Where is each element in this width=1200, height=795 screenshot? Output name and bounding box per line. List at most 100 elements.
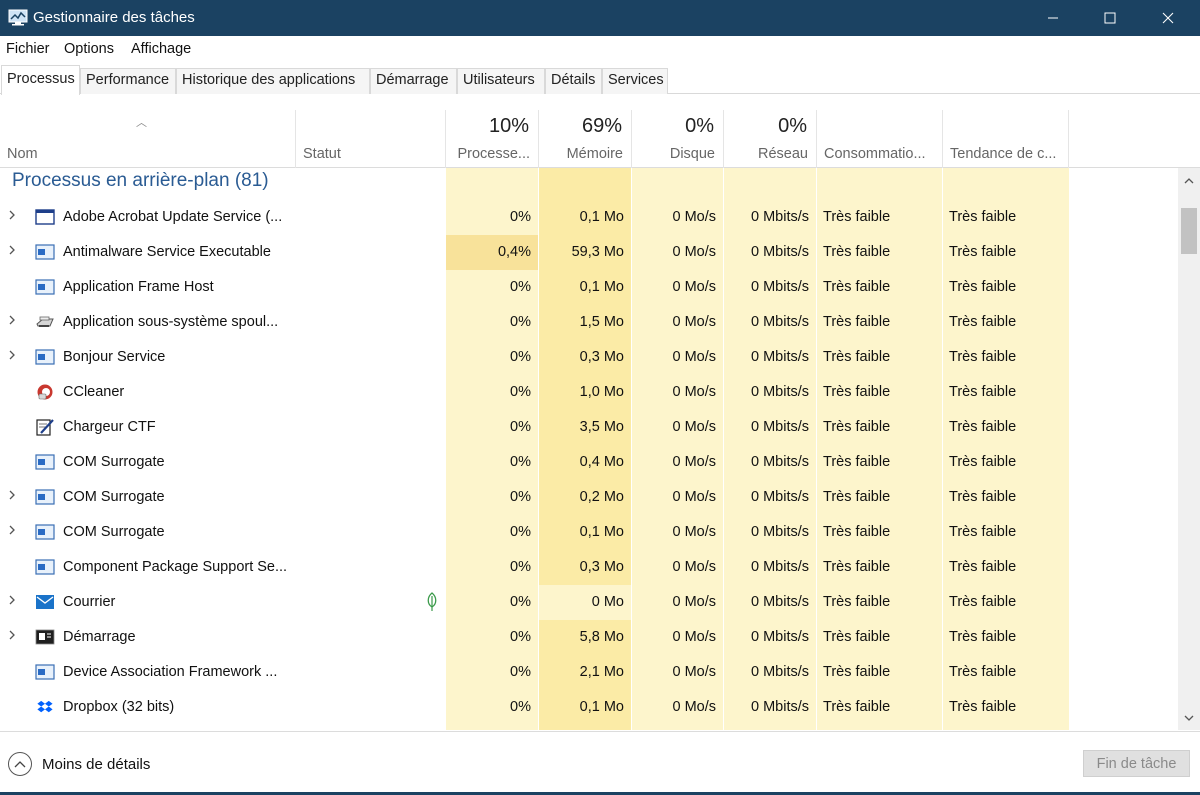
cpu-total: 10% <box>488 115 529 137</box>
table-row[interactable]: Application sous-système spoul... 0% 1,5 M… <box>0 305 1178 340</box>
cell-cpu: 0% <box>510 524 531 540</box>
process-list: Processus en arrière-plan (81) Adobe Acr… <box>0 168 1178 730</box>
menu-fichier[interactable]: Fichier <box>6 41 50 57</box>
tab-services[interactable]: Services <box>602 68 668 94</box>
chevron-down-icon <box>1184 715 1194 721</box>
header-name[interactable]: ︿ Nom <box>0 110 296 168</box>
cell-mem: 2,1 Mo <box>579 664 624 680</box>
header-disk[interactable]: 0% Disque <box>632 110 724 168</box>
title-bar: Gestionnaire des tâches <box>0 0 1200 36</box>
cell-disk: 0 Mo/s <box>672 209 716 225</box>
table-row[interactable]: COM Surrogate 0% 0,4 Mo 0 Mo/s 0 Mbits/s Très… <box>0 445 1178 480</box>
tab-demarrage[interactable]: Démarrage <box>370 68 457 94</box>
cell-mem: 1,5 Mo <box>579 314 624 330</box>
group-header[interactable]: Processus en arrière-plan (81) <box>12 170 269 192</box>
menu-affichage[interactable]: Affichage <box>131 41 191 57</box>
header-power[interactable]: Consommatio... <box>817 110 943 168</box>
process-name: COM Surrogate <box>63 524 165 540</box>
cell-disk: 0 Mo/s <box>672 489 716 505</box>
cell-disk: 0 Mo/s <box>672 664 716 680</box>
cell-power: Très faible <box>823 559 891 575</box>
printer-icon <box>35 313 55 331</box>
cell-net: 0 Mbits/s <box>750 629 809 645</box>
table-row[interactable]: Chargeur CTF 0% 3,5 Mo 0 Mo/s 0 Mbits/s Très … <box>0 410 1178 445</box>
tab-historique[interactable]: Historique des applications <box>176 68 370 94</box>
maximize-button[interactable] <box>1087 0 1133 36</box>
chevron-right-icon[interactable] <box>8 594 20 610</box>
table-row[interactable]: Antimalware Service Executable 0,4% 59,3 M… <box>0 235 1178 270</box>
footer: Moins de détails Fin de tâche <box>0 731 1200 795</box>
table-row[interactable]: Courrier 0% 0 Mo 0 Mo/s 0 Mbits/s Très faible… <box>0 585 1178 620</box>
cell-mem: 0,1 Mo <box>579 524 624 540</box>
less-details-label[interactable]: Moins de détails <box>42 756 150 773</box>
chevron-right-icon[interactable] <box>8 244 20 260</box>
cell-net: 0 Mbits/s <box>750 699 809 715</box>
cell-cpu: 0% <box>510 559 531 575</box>
app-window-icon <box>35 348 55 366</box>
table-row[interactable]: Démarrage 0% 5,8 Mo 0 Mo/s 0 Mbits/s Très fai… <box>0 620 1178 655</box>
cell-disk: 0 Mo/s <box>672 314 716 330</box>
table-row[interactable]: Component Package Support Se... 0% 0,3 Mo 0… <box>0 550 1178 585</box>
chevron-up-icon <box>14 761 26 768</box>
table-row[interactable]: COM Surrogate 0% 0,1 Mo 0 Mo/s 0 Mbits/s Très… <box>0 515 1178 550</box>
cell-trend: Très faible <box>949 384 1017 400</box>
table-row[interactable]: Application Frame Host 0% 0,1 Mo 0 Mo/s 0 Mb… <box>0 270 1178 305</box>
vertical-scrollbar[interactable] <box>1178 168 1200 730</box>
table-row[interactable]: Adobe Acrobat Update Service (... 0% 0,1 M… <box>0 200 1178 235</box>
cell-mem: 0,3 Mo <box>579 349 624 365</box>
cell-mem: 0,2 Mo <box>579 489 624 505</box>
tab-processus[interactable]: Processus <box>1 65 80 95</box>
chevron-up-icon <box>1184 177 1194 183</box>
chevron-right-icon[interactable] <box>8 524 20 540</box>
less-details-button[interactable] <box>8 752 32 776</box>
process-name: Application Frame Host <box>63 279 214 295</box>
cell-trend: Très faible <box>949 209 1017 225</box>
header-power-trend-label: Tendance de c... <box>950 146 1057 162</box>
header-memory[interactable]: 69% Mémoire <box>539 110 632 168</box>
table-row[interactable]: Dropbox (32 bits) 0% 0,1 Mo 0 Mo/s 0 Mbits/s… <box>0 690 1178 725</box>
dropbox-icon <box>35 698 55 716</box>
tab-utilisateurs[interactable]: Utilisateurs <box>457 68 545 94</box>
app-window-icon <box>35 453 55 471</box>
header-cpu[interactable]: 10% Processe... <box>446 110 539 168</box>
process-name: COM Surrogate <box>63 454 165 470</box>
menu-options[interactable]: Options <box>64 41 114 57</box>
cell-trend: Très faible <box>949 524 1017 540</box>
scroll-up-button[interactable] <box>1178 170 1200 190</box>
chevron-right-icon[interactable] <box>8 349 20 365</box>
tab-details[interactable]: Détails <box>545 68 602 94</box>
chevron-right-icon[interactable] <box>8 314 20 330</box>
cell-trend: Très faible <box>949 489 1017 505</box>
chevron-right-icon[interactable] <box>8 209 20 225</box>
process-name: Adobe Acrobat Update Service (... <box>63 209 283 225</box>
close-button[interactable] <box>1145 0 1191 36</box>
table-row[interactable]: CCleaner 0% 1,0 Mo 0 Mo/s 0 Mbits/s Très faib… <box>0 375 1178 410</box>
cell-power: Très faible <box>823 244 891 260</box>
header-status[interactable]: Statut <box>296 110 446 168</box>
cell-net: 0 Mbits/s <box>750 419 809 435</box>
header-power-trend[interactable]: Tendance de c... <box>943 110 1069 168</box>
table-row[interactable]: Device Association Framework ... 0% 2,1 Mo… <box>0 655 1178 690</box>
table-row[interactable]: Bonjour Service 0% 0,3 Mo 0 Mo/s 0 Mbits/s Tr… <box>0 340 1178 375</box>
sort-up-icon: ︿ <box>136 117 147 129</box>
end-task-button[interactable]: Fin de tâche <box>1083 750 1190 777</box>
cell-cpu: 0% <box>510 419 531 435</box>
table-row[interactable]: COM Surrogate 0% 0,2 Mo 0 Mo/s 0 Mbits/s Très… <box>0 480 1178 515</box>
header-network[interactable]: 0% Réseau <box>724 110 817 168</box>
cell-trend: Très faible <box>949 279 1017 295</box>
cell-trend: Très faible <box>949 629 1017 645</box>
scroll-down-button[interactable] <box>1178 708 1200 728</box>
cell-net: 0 Mbits/s <box>750 279 809 295</box>
cell-net: 0 Mbits/s <box>750 594 809 610</box>
header-status-label: Statut <box>303 146 341 162</box>
cell-power: Très faible <box>823 594 891 610</box>
task-manager-icon <box>8 9 28 26</box>
scroll-thumb[interactable] <box>1181 208 1197 254</box>
chevron-right-icon[interactable] <box>8 489 20 505</box>
app-window-icon <box>35 243 55 261</box>
tab-performance[interactable]: Performance <box>80 68 176 94</box>
minimize-button[interactable] <box>1030 0 1076 36</box>
chevron-right-icon[interactable] <box>8 629 20 645</box>
cell-trend: Très faible <box>949 559 1017 575</box>
cell-power: Très faible <box>823 419 891 435</box>
